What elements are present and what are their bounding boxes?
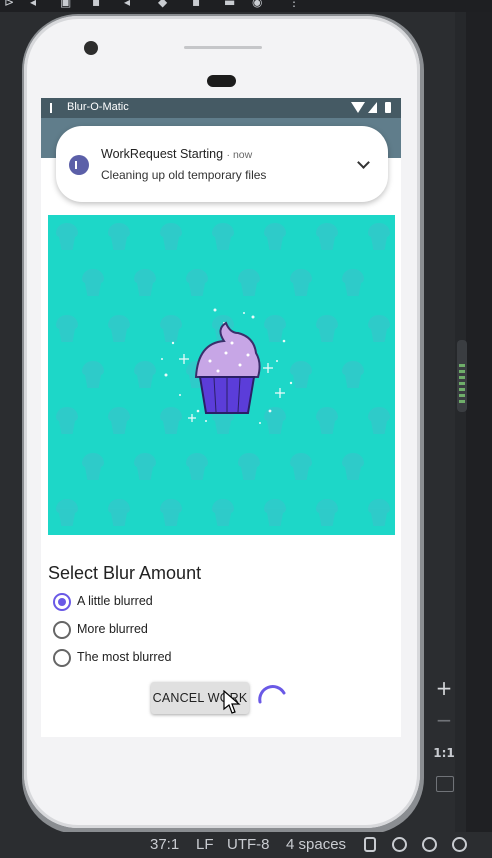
notification-title: WorkRequest Starting · now	[101, 147, 253, 161]
notification-title-text: WorkRequest Starting	[101, 147, 224, 161]
mouse-cursor-icon	[223, 690, 241, 714]
section-title: Select Blur Amount	[48, 563, 202, 583]
radio-label: The most blurred	[77, 650, 172, 664]
notification-body: Cleaning up old temporary files	[101, 168, 267, 182]
cupcake-image	[48, 215, 395, 535]
toolbar-icon[interactable]: ◂	[30, 0, 36, 9]
radio-button-checked[interactable]	[53, 593, 71, 611]
clock-toolbar-icon[interactable]: ◉	[252, 0, 262, 9]
progress-spinner-icon	[258, 685, 286, 704]
chevron-down-icon[interactable]	[357, 156, 370, 169]
zoom-in-button[interactable]: +	[430, 675, 458, 701]
radio-button[interactable]	[53, 649, 71, 667]
toolbar-icon[interactable]: ⊳	[4, 0, 14, 9]
smiley-icon[interactable]	[422, 837, 437, 852]
heads-up-notification[interactable]: WorkRequest Starting · now Cleaning up o…	[56, 126, 388, 202]
window-edge	[466, 12, 492, 832]
caret-position[interactable]: 37:1	[150, 836, 179, 853]
signal-icon	[368, 102, 377, 113]
emulator-phone: Blur-O-Matic Select Blur Amount A little…	[24, 16, 420, 828]
cupcake-illustration	[161, 308, 293, 424]
radio-label: More blurred	[77, 622, 148, 636]
file-encoding[interactable]: UTF-8	[227, 836, 270, 853]
radio-label: A little blurred	[77, 594, 153, 608]
notification-app-icon	[50, 103, 61, 113]
device-screen: Blur-O-Matic Select Blur Amount A little…	[41, 98, 401, 737]
toolbar-icon[interactable]: ▣	[60, 0, 71, 9]
toolbar-icon[interactable]: ◂	[124, 0, 130, 9]
sad-face-icon[interactable]	[452, 837, 467, 852]
notification-icon	[69, 155, 89, 175]
radio-button[interactable]	[53, 621, 71, 639]
ide-toolbar: ⊳ ◂ ▣ ▪ ◂ ◆ ▪ ▬ ◉ ⋮	[0, 0, 492, 12]
earpiece	[207, 75, 236, 87]
side-tool-tab[interactable]	[457, 340, 467, 412]
zoom-out-button[interactable]: −	[430, 707, 458, 733]
more-toolbar-icon[interactable]: ⋮	[288, 0, 300, 9]
status-app-name: Blur-O-Matic	[67, 101, 129, 113]
ide-status-bar: 37:1 LF UTF-8 4 spaces	[0, 832, 492, 858]
battery-icon	[385, 102, 391, 113]
lock-icon[interactable]	[364, 837, 376, 852]
chat-icon[interactable]	[392, 837, 407, 852]
front-camera	[84, 41, 98, 55]
toolbar-icon[interactable]: ▪	[92, 0, 100, 9]
zoom-to-fit-icon[interactable]	[436, 776, 454, 792]
android-status-bar: Blur-O-Matic	[41, 98, 401, 118]
actual-size-button[interactable]: 1:1	[430, 740, 458, 766]
indent-setting[interactable]: 4 spaces	[286, 836, 346, 853]
wifi-icon	[351, 102, 365, 113]
toolbar-icon[interactable]: ◆	[158, 0, 167, 9]
toolbar-icon[interactable]: ▪	[192, 0, 200, 9]
line-ending[interactable]: LF	[196, 836, 214, 853]
notification-time: now	[232, 149, 253, 161]
camera-toolbar-icon[interactable]: ▬	[224, 0, 235, 9]
speaker-grille	[184, 46, 262, 49]
